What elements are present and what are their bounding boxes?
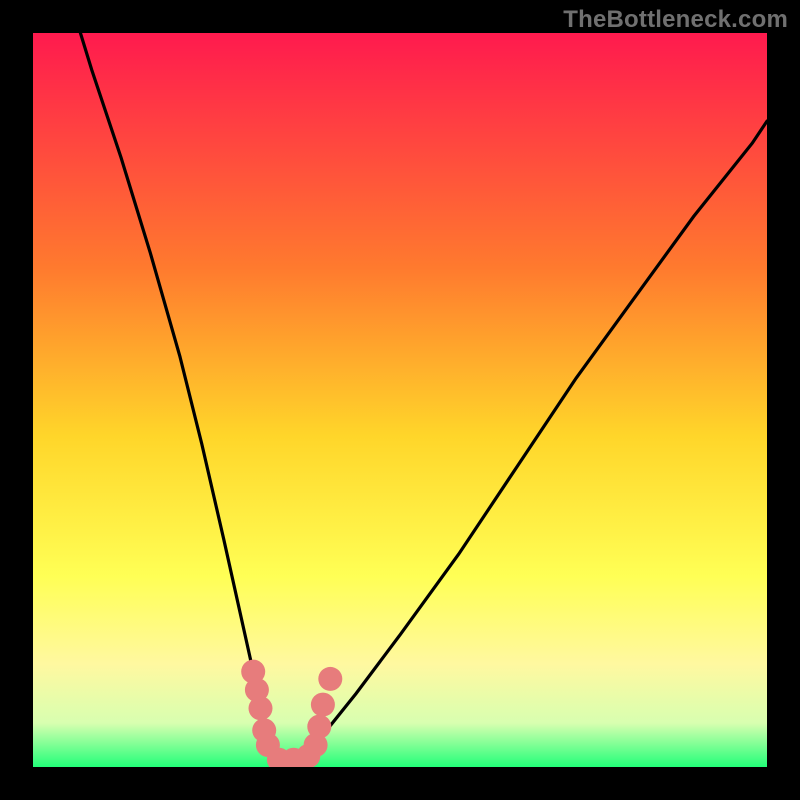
chart-stage: TheBottleneck.com bbox=[0, 0, 800, 800]
curve-marker bbox=[249, 696, 273, 720]
bottleneck-chart bbox=[0, 0, 800, 800]
curve-marker bbox=[311, 693, 335, 717]
curve-marker bbox=[318, 667, 342, 691]
watermark-label: TheBottleneck.com bbox=[563, 6, 788, 34]
curve-marker bbox=[307, 715, 331, 739]
plot-area bbox=[33, 33, 767, 767]
